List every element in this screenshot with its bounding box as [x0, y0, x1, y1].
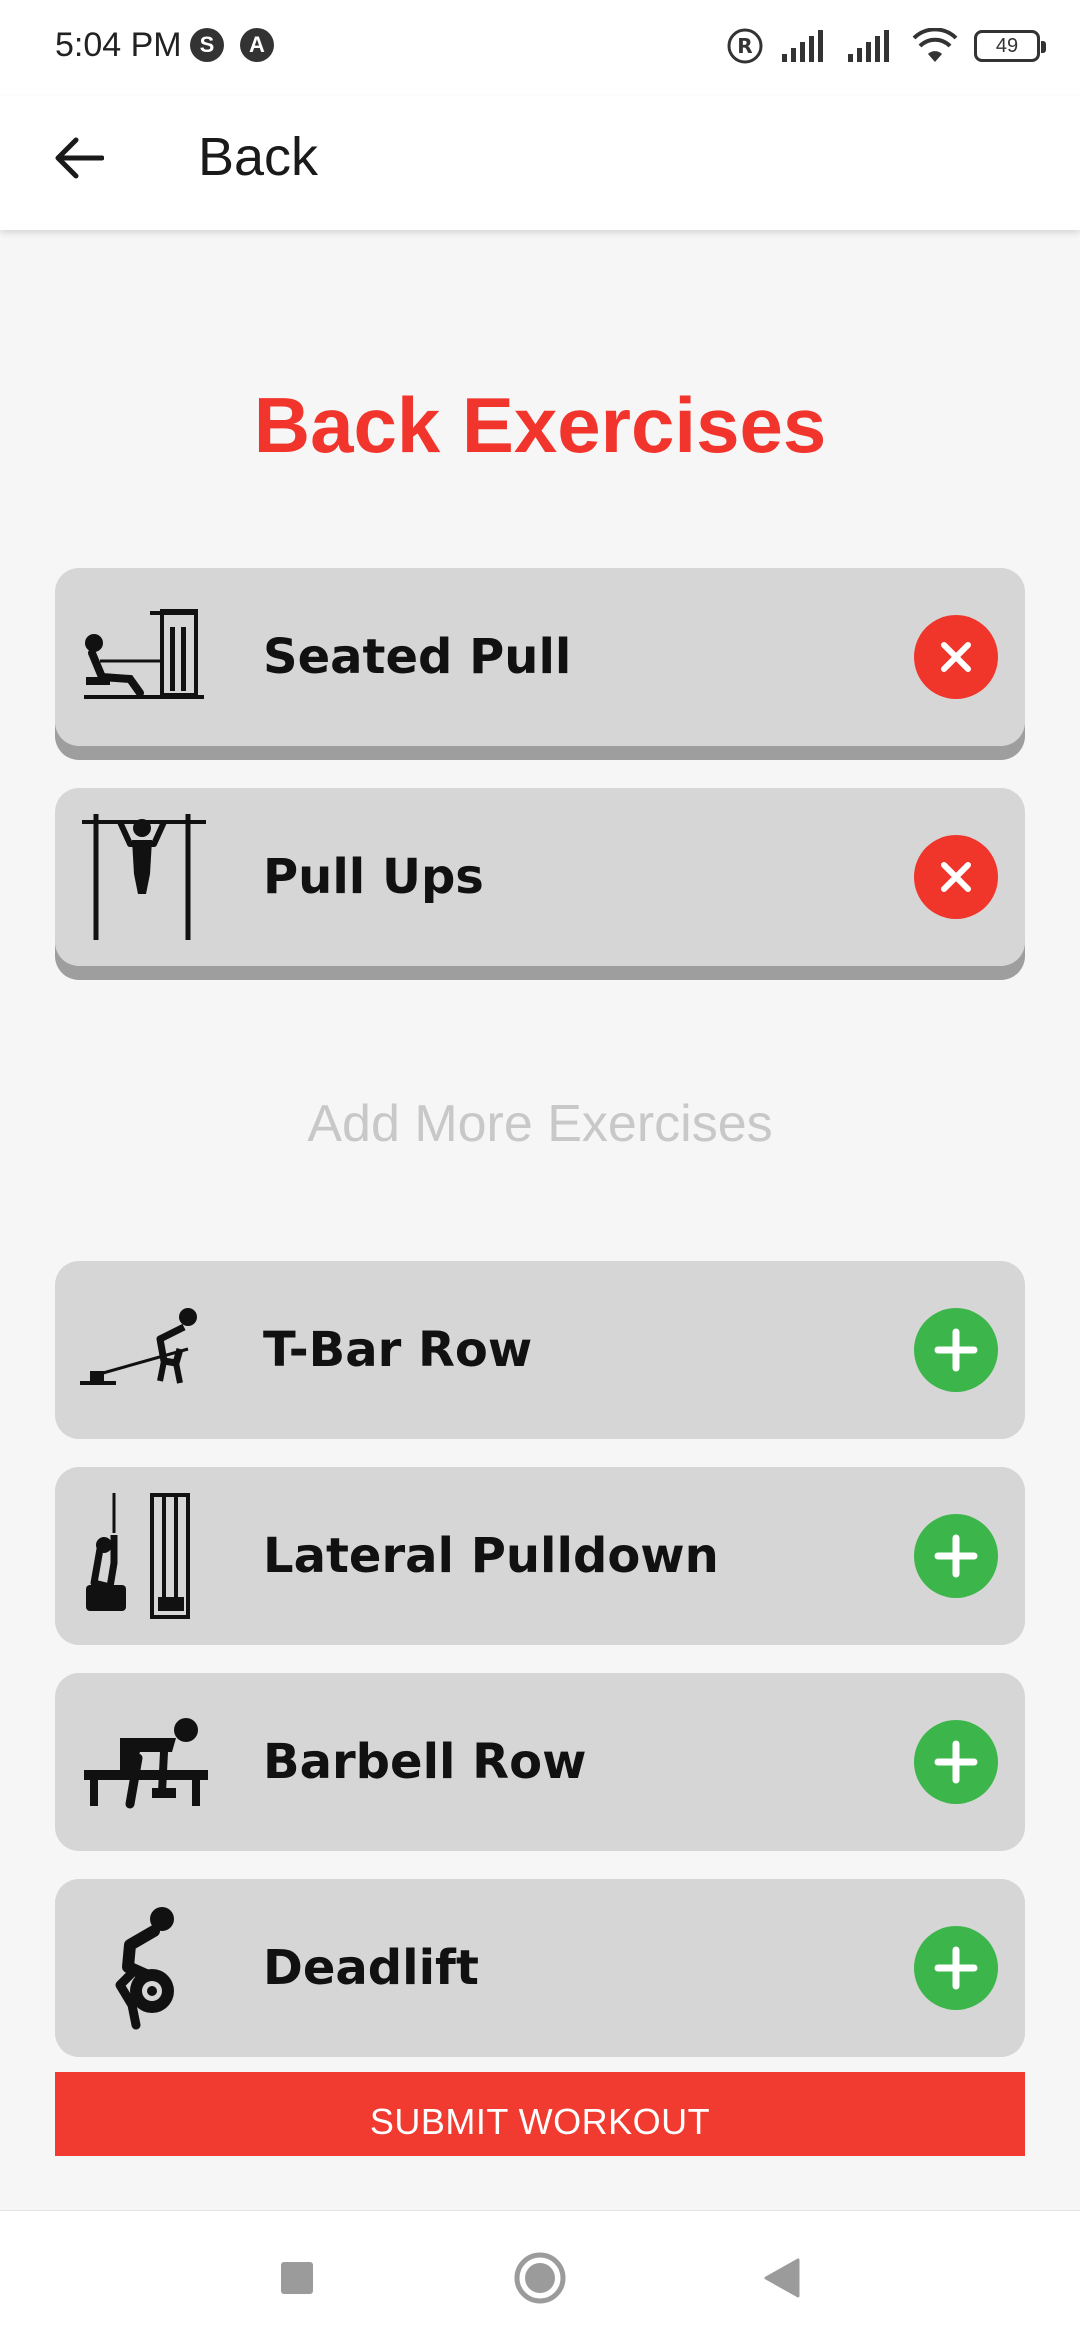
system-nav-bar [0, 2210, 1080, 2340]
t-bar-row-icon [79, 1287, 209, 1413]
exercise-name: Pull Ups [263, 849, 484, 905]
selected-exercise-card-seated-pull: Seated Pull [55, 568, 1025, 746]
lat-pulldown-machine-icon [79, 1493, 209, 1619]
add-more-exercises-heading: Add More Exercises [307, 1095, 773, 1153]
dumbbell-row-bench-icon [79, 1699, 209, 1825]
app-bar: Back [0, 96, 1080, 230]
exercise-name: Deadlift [263, 1940, 479, 1996]
plus-icon [934, 1946, 978, 1990]
available-exercise-card-t-bar-row: T-Bar Row [55, 1261, 1025, 1439]
status-right-group: R 49 [726, 24, 1046, 68]
notification-a-icon: A [240, 28, 274, 62]
close-icon [941, 642, 971, 672]
remove-exercise-button[interactable] [914, 615, 998, 699]
battery-icon: 49 [974, 30, 1046, 62]
exercise-name: Lateral Pulldown [263, 1528, 719, 1584]
plus-icon [934, 1534, 978, 1578]
back-triangle-icon[interactable] [746, 2243, 816, 2313]
add-exercise-button[interactable] [914, 1926, 998, 2010]
status-time: 5:04 PM [55, 26, 182, 64]
remove-exercise-button[interactable] [914, 835, 998, 919]
notification-s-icon: S [190, 28, 224, 62]
close-icon [941, 862, 971, 892]
signal-icon [782, 30, 823, 62]
seated-row-machine-icon [79, 594, 209, 720]
status-bar: 5:04 PM S A R 49 [0, 0, 1080, 96]
app-bar-title: Back [198, 127, 319, 187]
registered-icon: R [727, 28, 763, 64]
page-title: Back Exercises [253, 381, 827, 469]
recents-square-icon[interactable] [262, 2243, 332, 2313]
add-exercise-button[interactable] [914, 1514, 998, 1598]
wifi-icon [912, 28, 958, 62]
available-exercise-card-barbell-row: Barbell Row [55, 1673, 1025, 1851]
add-exercise-button[interactable] [914, 1720, 998, 1804]
arrow-left-icon[interactable] [40, 120, 116, 196]
pull-up-bar-icon [79, 814, 209, 940]
selected-exercise-card-pull-ups: Pull Ups [55, 788, 1025, 966]
home-circle-icon[interactable] [505, 2243, 575, 2313]
exercise-name: T-Bar Row [263, 1322, 533, 1378]
available-exercise-card-deadlift: Deadlift [55, 1879, 1025, 2057]
plus-icon [934, 1740, 978, 1784]
plus-icon [934, 1328, 978, 1372]
signal-icon-2 [848, 30, 889, 62]
exercise-name: Barbell Row [263, 1734, 587, 1790]
deadlift-icon [79, 1905, 209, 2031]
exercise-name: Seated Pull [263, 629, 572, 685]
svg-text:R: R [737, 34, 752, 58]
submit-workout-button[interactable]: SUBMIT WORKOUT [55, 2072, 1025, 2156]
add-exercise-button[interactable] [914, 1308, 998, 1392]
available-exercise-card-lateral-pulldown: Lateral Pulldown [55, 1467, 1025, 1645]
